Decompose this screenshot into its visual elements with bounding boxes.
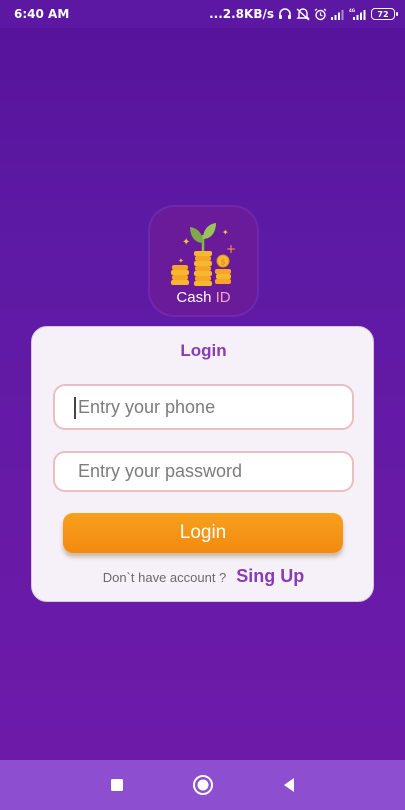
app-logo: ✦ ✦ + ✦ $ Cash ID [150, 207, 257, 315]
back-icon[interactable] [277, 773, 301, 797]
svg-text:4G: 4G [349, 8, 355, 13]
status-time: 6:40 AM [14, 7, 70, 21]
status-bar: 6:40 AM ...2.8KB/s 4G 72 [0, 0, 405, 28]
recents-icon[interactable] [105, 773, 129, 797]
logo-text-main: Cash [176, 289, 212, 306]
svg-text:✦: ✦ [222, 228, 229, 237]
signup-row: Don`t have account ? Sing Up [32, 566, 375, 587]
password-field[interactable] [53, 451, 354, 492]
signal-icon [331, 9, 345, 20]
mute-icon [296, 7, 310, 21]
logo-text: Cash ID [150, 289, 257, 306]
battery-level: 72 [377, 9, 389, 19]
svg-text:✦: ✦ [178, 257, 184, 265]
network-speed: ...2.8KB/s [209, 7, 274, 21]
login-button[interactable]: Login [63, 513, 343, 553]
text-caret [74, 397, 76, 419]
phone-field[interactable] [53, 384, 354, 430]
status-icons: ...2.8KB/s 4G 72 [209, 7, 398, 21]
svg-text:✦: ✦ [182, 237, 190, 248]
phone-input[interactable] [78, 386, 352, 428]
alarm-icon [314, 7, 327, 21]
home-icon[interactable] [191, 773, 215, 797]
battery-icon: 72 [371, 8, 398, 20]
login-card: Login Login Don`t have account ? Sing Up [31, 326, 374, 602]
navigation-bar [0, 760, 405, 810]
svg-text:$: $ [221, 258, 226, 267]
signup-question: Don`t have account ? [102, 570, 227, 585]
password-input[interactable] [78, 453, 352, 490]
signup-link[interactable]: Sing Up [236, 566, 304, 587]
logo-text-accent: ID [215, 289, 231, 306]
login-title: Login [180, 341, 227, 360]
svg-text:+: + [226, 242, 236, 256]
headset-icon [278, 8, 292, 20]
signal-4g-icon: 4G [349, 8, 367, 20]
